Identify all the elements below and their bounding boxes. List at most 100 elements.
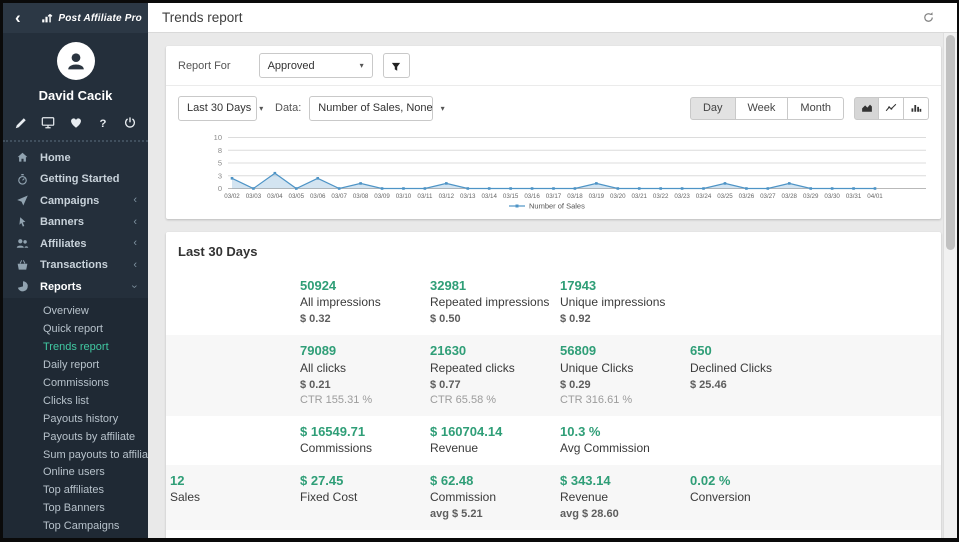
data-select[interactable]: Number of Sales, None ▾ bbox=[309, 96, 433, 121]
sidebar-item-clicks-list[interactable]: Clicks list bbox=[3, 392, 148, 410]
sidebar-divider bbox=[3, 140, 148, 142]
stat-label: Declined Clicks bbox=[690, 361, 820, 375]
month-button[interactable]: Month bbox=[788, 97, 844, 120]
sidebar: ‹ Post Affiliate Pro David Cacik ? HomeG… bbox=[3, 3, 148, 538]
svg-text:03/20: 03/20 bbox=[610, 193, 626, 200]
svg-text:04/01: 04/01 bbox=[867, 193, 883, 200]
svg-text:03/03: 03/03 bbox=[246, 193, 262, 200]
scrollbar-thumb[interactable] bbox=[946, 35, 955, 250]
sidebar-item-label: Home bbox=[40, 152, 137, 164]
stopwatch-icon bbox=[16, 173, 29, 186]
area-chart-button[interactable] bbox=[854, 97, 879, 120]
stats-row: $ 16549.71Commissions$ 160704.14Revenue1… bbox=[166, 416, 941, 465]
chevron-down-icon: ‹ bbox=[130, 285, 141, 289]
sidebar-item-top-campaigns[interactable]: Top Campaigns bbox=[3, 517, 148, 535]
svg-text:03/02: 03/02 bbox=[224, 193, 240, 200]
filter-row-2: Last 30 Days ▾ Data: Number of Sales, No… bbox=[166, 86, 941, 130]
chart-type-toggle bbox=[854, 97, 929, 120]
sidebar-item-transactions[interactable]: Transactions‹ bbox=[3, 255, 148, 277]
svg-text:?: ? bbox=[99, 118, 106, 130]
week-button[interactable]: Week bbox=[736, 97, 789, 120]
stat-revenue: $ 343.14Revenueavg $ 28.60 bbox=[560, 473, 690, 520]
filter-row-1: Report For Approved ▾ bbox=[166, 46, 941, 86]
sidebar-item-campaigns[interactable]: Campaigns‹ bbox=[3, 190, 148, 212]
stats-grid: 50924All impressions$ 0.3232981Repeated … bbox=[166, 270, 941, 530]
period-select[interactable]: Last 30 Days ▾ bbox=[178, 96, 257, 121]
svg-text:03/18: 03/18 bbox=[567, 193, 583, 200]
question-icon[interactable]: ? bbox=[96, 116, 110, 130]
basket-icon bbox=[16, 259, 29, 272]
svg-text:03/28: 03/28 bbox=[782, 193, 798, 200]
stat-sub-value: $ 0.32 bbox=[300, 313, 430, 325]
stat-commission: $ 62.48Commissionavg $ 5.21 bbox=[430, 473, 560, 520]
sidebar-item-online-users[interactable]: Online users bbox=[3, 464, 148, 482]
data-value: Number of Sales, None bbox=[318, 102, 432, 114]
svg-text:03/12: 03/12 bbox=[439, 193, 455, 200]
chevron-down-icon: ▾ bbox=[433, 104, 445, 113]
power-icon[interactable] bbox=[123, 116, 137, 130]
sidebar-item-sum-payouts-to-affiliates[interactable]: Sum payouts to affiliates bbox=[3, 446, 148, 464]
sidebar-item-quick-report[interactable]: Quick report bbox=[3, 320, 148, 338]
sidebar-item-payouts-history[interactable]: Payouts history bbox=[3, 410, 148, 428]
chevron-left-icon: ‹ bbox=[133, 195, 137, 206]
svg-text:03/24: 03/24 bbox=[696, 193, 712, 200]
stat-value: $ 343.14 bbox=[560, 473, 690, 489]
home-icon bbox=[16, 151, 29, 164]
sidebar-item-daily-report[interactable]: Daily report bbox=[3, 356, 148, 374]
stat-value: 32981 bbox=[430, 278, 560, 294]
pencil-icon[interactable] bbox=[14, 116, 28, 130]
line-chart-button[interactable] bbox=[879, 97, 904, 120]
granularity-toggle: DayWeekMonth bbox=[690, 97, 844, 120]
sales-trend-chart: 03581003/0203/0303/0403/0503/0603/0703/0… bbox=[166, 130, 941, 218]
svg-text:03/25: 03/25 bbox=[717, 193, 733, 200]
sidebar-item-trends-report[interactable]: Trends report bbox=[3, 338, 148, 356]
stat-repeated-impressions: 32981Repeated impressions$ 0.50 bbox=[430, 278, 560, 325]
stat-label: Commissions bbox=[300, 441, 430, 455]
svg-text:03/15: 03/15 bbox=[503, 193, 519, 200]
stat-fixed-cost: $ 27.45Fixed Cost bbox=[300, 473, 430, 520]
sidebar-item-overview[interactable]: Overview bbox=[3, 303, 148, 321]
heart-icon[interactable] bbox=[69, 116, 83, 130]
svg-text:03/17: 03/17 bbox=[546, 193, 562, 200]
sidebar-item-getting-started[interactable]: Getting Started bbox=[3, 169, 148, 191]
summary-title: Last 30 Days bbox=[166, 232, 941, 270]
stat-value: 650 bbox=[690, 343, 820, 359]
scrollbar[interactable] bbox=[943, 33, 957, 538]
refresh-icon[interactable] bbox=[922, 11, 935, 24]
svg-text:3: 3 bbox=[218, 171, 222, 180]
filter-button[interactable] bbox=[383, 53, 410, 78]
sidebar-item-reports[interactable]: Reports‹ bbox=[3, 276, 148, 298]
stat-value: 10.3 % bbox=[560, 424, 690, 440]
chart-card: Report For Approved ▾ Last 30 Days ▾ Dat… bbox=[166, 46, 941, 219]
stat-sub-value: $ 0.50 bbox=[430, 313, 560, 325]
sidebar-item-banners[interactable]: Banners‹ bbox=[3, 212, 148, 234]
stat-label: Fixed Cost bbox=[300, 490, 430, 504]
sidebar-item-label: Getting Started bbox=[40, 173, 137, 185]
sidebar-item-top-banners[interactable]: Top Banners bbox=[3, 499, 148, 517]
stat-ctr: CTR 155.31 % bbox=[300, 394, 430, 406]
stat-label: Commission bbox=[430, 490, 560, 504]
chevron-left-icon: ‹ bbox=[133, 217, 137, 228]
reports-submenu: OverviewQuick reportTrends reportDaily r… bbox=[3, 298, 148, 539]
sidebar-item-payouts-by-affiliate[interactable]: Payouts by affiliate bbox=[3, 428, 148, 446]
stat-sub-value: $ 0.29 bbox=[560, 379, 690, 391]
sidebar-menu: Home Getting Started Campaigns‹Banners‹Aff… bbox=[3, 147, 148, 298]
svg-text:03/08: 03/08 bbox=[353, 193, 369, 200]
stat-value: 0.02 % bbox=[690, 473, 820, 489]
svg-text:03/29: 03/29 bbox=[803, 193, 819, 200]
stat-value: $ 160704.14 bbox=[430, 424, 560, 440]
monitor-icon[interactable] bbox=[41, 116, 55, 130]
sidebar-item-affiliates[interactable]: Affiliates‹ bbox=[3, 233, 148, 255]
day-button[interactable]: Day bbox=[690, 97, 736, 120]
report-for-select[interactable]: Approved ▾ bbox=[259, 53, 373, 78]
bar-chart-button[interactable] bbox=[904, 97, 929, 120]
sidebar-item-commissions[interactable]: Commissions bbox=[3, 374, 148, 392]
back-button[interactable]: ‹ bbox=[9, 5, 32, 31]
sidebar-item-home[interactable]: Home bbox=[3, 147, 148, 169]
sidebar-item-top-affiliates[interactable]: Top affiliates bbox=[3, 481, 148, 499]
stat-unique-clicks: 56809Unique Clicks$ 0.29CTR 316.61 % bbox=[560, 343, 690, 405]
svg-text:0: 0 bbox=[218, 184, 222, 193]
stat-value: 79089 bbox=[300, 343, 430, 359]
sidebar-item-label: Transactions bbox=[40, 259, 133, 271]
svg-text:03/31: 03/31 bbox=[846, 193, 862, 200]
